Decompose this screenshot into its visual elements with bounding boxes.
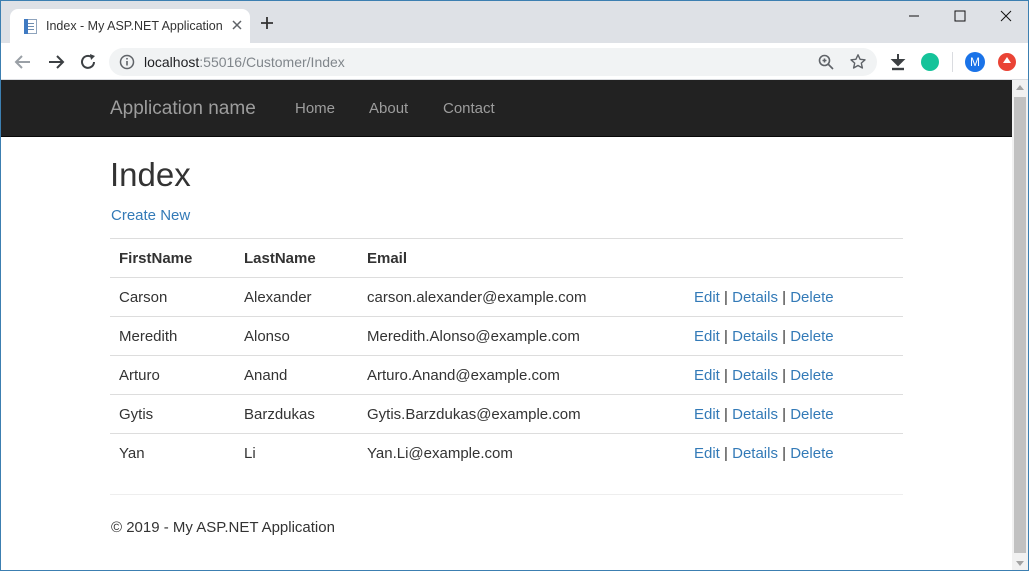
browser-tab[interactable]: Index - My ASP.NET Application bbox=[10, 9, 250, 43]
customers-table: FirstName LastName Email Carson Alexander… bbox=[110, 238, 903, 473]
cell-firstname: Gytis bbox=[110, 394, 235, 434]
close-tab-icon[interactable] bbox=[229, 17, 245, 33]
download-icon[interactable] bbox=[888, 52, 908, 72]
link-separator: | bbox=[782, 366, 787, 384]
nav-home-link[interactable]: Home bbox=[295, 100, 335, 117]
delete-link[interactable]: Delete bbox=[790, 445, 833, 462]
cell-actions: Edit | Details | Delete bbox=[685, 394, 903, 434]
details-link[interactable]: Details bbox=[732, 289, 778, 306]
details-link[interactable]: Details bbox=[732, 445, 778, 462]
link-separator: | bbox=[782, 288, 787, 306]
link-separator: | bbox=[724, 366, 728, 384]
details-link[interactable]: Details bbox=[732, 328, 778, 345]
create-new-link[interactable]: Create New bbox=[111, 207, 190, 224]
edit-link[interactable]: Edit bbox=[694, 289, 720, 306]
edit-link[interactable]: Edit bbox=[694, 445, 720, 462]
brand-link[interactable]: Application name bbox=[110, 98, 256, 120]
url-port: :55016 bbox=[199, 54, 243, 70]
new-tab-icon[interactable] bbox=[259, 15, 275, 31]
table-row: Meredith Alonso Meredith.Alonso@example.co… bbox=[110, 316, 903, 356]
close-window-icon[interactable] bbox=[991, 5, 1021, 27]
reload-icon[interactable] bbox=[78, 52, 98, 72]
delete-link[interactable]: Delete bbox=[790, 406, 833, 423]
cell-firstname: Arturo bbox=[110, 355, 235, 395]
url-host: localhost bbox=[144, 54, 200, 70]
cell-email: carson.alexander@example.com bbox=[358, 277, 685, 317]
cell-actions: Edit | Details | Delete bbox=[685, 433, 903, 473]
cell-email: Gytis.Barzdukas@example.com bbox=[358, 394, 685, 434]
cell-firstname: Carson bbox=[110, 277, 235, 317]
minimize-icon[interactable] bbox=[899, 5, 929, 27]
details-link[interactable]: Details bbox=[732, 406, 778, 423]
cell-actions: Edit | Details | Delete bbox=[685, 355, 903, 395]
table-row: Carson Alexander carson.alexander@example.… bbox=[110, 277, 903, 317]
footer-text: © 2019 - My ASP.NET Application bbox=[111, 519, 335, 536]
tab-title: Index - My ASP.NET Application bbox=[46, 19, 223, 33]
edit-link[interactable]: Edit bbox=[694, 406, 720, 423]
edit-link[interactable]: Edit bbox=[694, 328, 720, 345]
cell-lastname: Anand bbox=[235, 355, 358, 395]
profile-avatar[interactable]: M bbox=[965, 52, 985, 72]
back-arrow-icon[interactable] bbox=[13, 52, 33, 72]
table-header-row: FirstName LastName Email bbox=[110, 238, 903, 278]
link-separator: | bbox=[724, 444, 728, 462]
scroll-up-arrow-icon[interactable] bbox=[1016, 85, 1024, 90]
link-separator: | bbox=[782, 405, 787, 423]
maximize-icon[interactable] bbox=[945, 5, 975, 27]
scrollbar-thumb[interactable] bbox=[1014, 97, 1026, 553]
page-title: Index bbox=[110, 156, 191, 193]
delete-link[interactable]: Delete bbox=[790, 289, 833, 306]
info-icon[interactable] bbox=[119, 54, 135, 70]
zoom-icon[interactable] bbox=[817, 53, 835, 71]
tab-strip: Index - My ASP.NET Application bbox=[1, 1, 1028, 43]
column-header-firstname: FirstName bbox=[110, 238, 235, 278]
column-header-email: Email bbox=[358, 238, 685, 278]
cell-firstname: Yan bbox=[110, 433, 235, 473]
cell-lastname: Li bbox=[235, 433, 358, 473]
toolbar-divider bbox=[952, 52, 953, 72]
page-favicon-icon bbox=[24, 19, 37, 34]
column-header-actions bbox=[685, 238, 903, 278]
link-separator: | bbox=[724, 288, 728, 306]
link-separator: | bbox=[724, 327, 728, 345]
url-path: /Customer/Index bbox=[242, 54, 345, 70]
extension-icon[interactable] bbox=[998, 53, 1016, 71]
edit-link[interactable]: Edit bbox=[694, 367, 720, 384]
cell-actions: Edit | Details | Delete bbox=[685, 316, 903, 356]
cell-email: Meredith.Alonso@example.com bbox=[358, 316, 685, 356]
nav-contact-link[interactable]: Contact bbox=[443, 100, 495, 117]
delete-link[interactable]: Delete bbox=[790, 367, 833, 384]
browser-toolbar: localhost:55016/Customer/Index M bbox=[1, 43, 1028, 80]
footer-divider bbox=[110, 494, 903, 495]
cell-email: Yan.Li@example.com bbox=[358, 433, 685, 473]
forward-arrow-icon[interactable] bbox=[46, 52, 66, 72]
column-header-lastname: LastName bbox=[235, 238, 358, 278]
url-text[interactable]: localhost:55016/Customer/Index bbox=[144, 54, 345, 70]
page-viewport: Application name Home About Contact Inde… bbox=[1, 80, 1028, 570]
cell-lastname: Alonso bbox=[235, 316, 358, 356]
cell-lastname: Alexander bbox=[235, 277, 358, 317]
cell-lastname: Barzdukas bbox=[235, 394, 358, 434]
table-row: Gytis Barzdukas Gytis.Barzdukas@example.co… bbox=[110, 394, 903, 434]
vertical-scrollbar[interactable] bbox=[1012, 80, 1028, 570]
scroll-down-arrow-icon[interactable] bbox=[1016, 561, 1024, 566]
table-row: Yan Li Yan.Li@example.com Edit | Details | … bbox=[110, 433, 903, 473]
site-navbar: Application name Home About Contact bbox=[1, 80, 1012, 137]
address-bar[interactable]: localhost:55016/Customer/Index bbox=[109, 48, 877, 76]
link-separator: | bbox=[782, 444, 787, 462]
grammarly-extension-icon[interactable] bbox=[921, 53, 939, 71]
link-separator: | bbox=[724, 405, 728, 423]
cell-email: Arturo.Anand@example.com bbox=[358, 355, 685, 395]
cell-firstname: Meredith bbox=[110, 316, 235, 356]
cell-actions: Edit | Details | Delete bbox=[685, 277, 903, 317]
table-row: Arturo Anand Arturo.Anand@example.com Edit … bbox=[110, 355, 903, 395]
link-separator: | bbox=[782, 327, 787, 345]
nav-about-link[interactable]: About bbox=[369, 100, 408, 117]
bookmark-star-icon[interactable] bbox=[849, 53, 867, 71]
browser-window: Index - My ASP.NET Application localhost… bbox=[0, 0, 1029, 571]
details-link[interactable]: Details bbox=[732, 367, 778, 384]
delete-link[interactable]: Delete bbox=[790, 328, 833, 345]
